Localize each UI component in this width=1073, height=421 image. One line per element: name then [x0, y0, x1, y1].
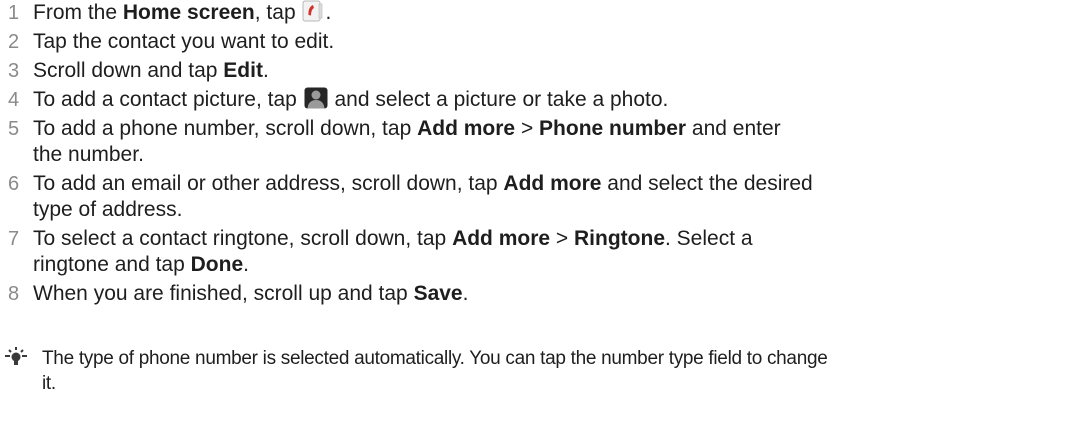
step-text-run: To add a phone number, scroll down, tap: [33, 117, 418, 140]
step-text-run: and select the desired: [601, 172, 813, 195]
step-text-run: . Select a: [665, 227, 753, 250]
step-number: 1: [8, 2, 20, 24]
step-bold-term: Save: [413, 282, 463, 305]
step-item: 6 To add an email or other address, scrol…: [0, 171, 1073, 223]
step-text-run: From the: [33, 1, 123, 24]
step-text: Scroll down and tap Edit.: [33, 59, 269, 82]
step-text: To select a contact ringtone, scroll dow…: [33, 227, 753, 276]
step-bold-term: Ringtone: [574, 227, 665, 250]
tip-text-line-2: it.: [42, 373, 56, 394]
step-text-run: Tap the contact you want to edit.: [33, 30, 335, 53]
step-bold-term: Add more: [417, 117, 516, 140]
step-bold-term: Home screen: [122, 1, 255, 24]
step-number: 2: [8, 31, 20, 53]
lightbulb-tip-icon: [5, 347, 27, 365]
step-text-run: To add a contact picture, tap: [33, 88, 303, 111]
step-bold-term: Add more: [503, 172, 602, 195]
step-text-run: ringtone and tap: [33, 253, 191, 276]
step-number: 3: [8, 60, 20, 82]
tip-text-line-1: The type of phone number is selected aut…: [42, 348, 828, 369]
step-bold-term: Add more: [452, 227, 551, 250]
step-text: From the Home screen, tap .: [33, 0, 332, 24]
step-text: To add an email or other address, scroll…: [33, 172, 813, 221]
step-number: 5: [8, 118, 20, 140]
step-text-run: When you are finished, scroll up and tap: [33, 282, 414, 305]
step-item: 8 When you are finished, scroll up and ta…: [0, 281, 1073, 307]
step-bold-term: Done: [190, 253, 244, 276]
step-number: 7: [8, 228, 20, 250]
step-text-run: Scroll down and tap: [33, 59, 224, 82]
step-item: 5 To add a phone number, scroll down, tap…: [0, 116, 1073, 168]
step-item: 1 From the Home screen, tap .: [0, 0, 1073, 26]
step-item: 7 To select a contact ringtone, scroll do…: [0, 226, 1073, 278]
step-number: 4: [8, 89, 20, 111]
step-item: 4 To add a contact picture, tap and selec…: [0, 87, 1073, 113]
contact-picture-icon: [304, 87, 328, 109]
step-item: 3 Scroll down and tap Edit.: [0, 58, 1073, 84]
step-text-run: and select a picture or take a photo.: [328, 88, 669, 111]
step-text-run: .: [462, 282, 469, 305]
instruction-steps: 1 From the Home screen, tap . 2 Tap the con…: [0, 0, 1073, 310]
step-text-run: .: [243, 253, 249, 276]
step-text-run: >: [515, 117, 540, 140]
step-text: To add a contact picture, tap and select…: [33, 87, 669, 111]
step-text-run: To select a contact ringtone, scroll dow…: [33, 227, 453, 250]
phone-app-icon: [302, 0, 323, 22]
step-text: Tap the contact you want to edit.: [33, 30, 334, 53]
step-text-run: type of address.: [33, 198, 183, 221]
step-text-run: To add an email or other address, scroll…: [33, 172, 504, 195]
step-number: 8: [8, 283, 20, 305]
step-text-run: , tap: [254, 1, 302, 24]
step-text-run: the number.: [33, 143, 144, 166]
step-bold-term: Edit: [223, 59, 263, 82]
step-text: When you are finished, scroll up and tap…: [33, 282, 468, 305]
step-text-run: .: [262, 59, 269, 82]
step-bold-term: Phone number: [539, 117, 687, 140]
tip-note: The type of phone number is selected aut…: [0, 346, 1073, 396]
step-text-run: >: [550, 227, 575, 250]
step-text-run: and enter: [686, 117, 781, 140]
step-item: 2 Tap the contact you want to edit.: [0, 29, 1073, 55]
step-number: 6: [8, 173, 20, 195]
step-text-run: .: [325, 1, 332, 24]
step-text: To add a phone number, scroll down, tap …: [33, 117, 781, 166]
